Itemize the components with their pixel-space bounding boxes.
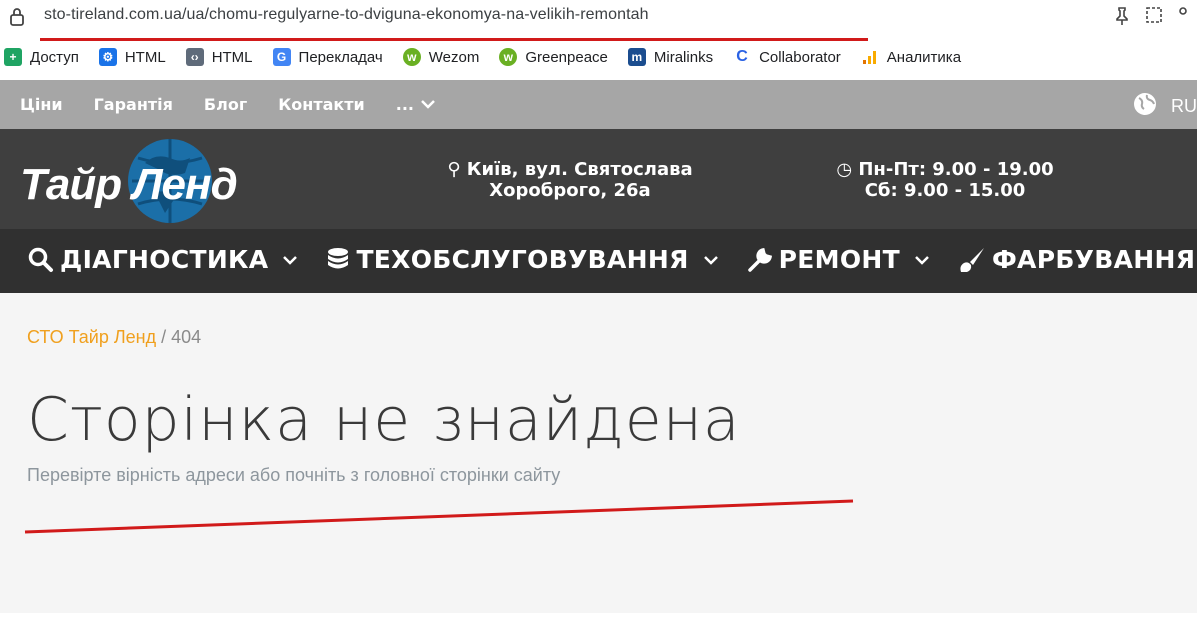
breadcrumb-home-link[interactable]: СТО Тайр Ленд <box>27 327 156 347</box>
bookmark-wezom[interactable]: w Wezom <box>402 48 480 66</box>
annotation-underline-title <box>24 499 854 534</box>
site-header: Тайр Ленд ⚲ Київ, вул. Святослава Хоробр… <box>0 129 1197 229</box>
chevron-down-icon <box>914 254 930 266</box>
bookmark-html-1[interactable]: ⚙ HTML <box>98 48 166 66</box>
site-topbar: Ціни Гарантія Блог Контакти ... RU <box>0 80 1197 129</box>
topnav-warranty[interactable]: Гарантія <box>94 95 173 114</box>
hours-line-1: Пн-Пт: 9.00 - 19.00 <box>858 159 1054 180</box>
bookmark-collaborator[interactable]: C Collaborator <box>733 48 841 66</box>
site-logo[interactable]: Тайр Ленд <box>20 138 310 224</box>
clock-icon: ◷ <box>836 159 853 180</box>
language-label: RU <box>1171 96 1197 116</box>
bookmark-html-2[interactable]: ‹› HTML <box>185 48 253 66</box>
nav-painting[interactable]: ФАРБУВАННЯ <box>958 245 1197 274</box>
screenshot-icon[interactable] <box>1145 6 1163 31</box>
gear-icon: ⚙ <box>98 48 117 66</box>
bookmark-label: Greenpeace <box>525 48 608 66</box>
page-content: СТО Тайр Ленд / 404 Сторінка не знайдена… <box>0 293 1197 613</box>
bookmark-label: HTML <box>124 48 166 66</box>
bookmark-label: Перекладач <box>298 48 383 66</box>
pin-icon[interactable] <box>1113 6 1131 31</box>
profile-icon[interactable] <box>1177 6 1189 31</box>
bookmark-label: Miralinks <box>653 48 714 66</box>
globe-icon <box>1133 92 1157 121</box>
topnav-blog[interactable]: Блог <box>204 95 247 114</box>
topnav-contacts[interactable]: Контакти <box>278 95 365 114</box>
analytics-icon <box>861 48 879 66</box>
address-bar[interactable]: sto-tireland.com.ua/ua/chomu-regulyarne-… <box>0 0 1197 36</box>
nav-label: ТЕХОБСЛУГОВУВАННЯ <box>356 245 689 274</box>
topnav-more-label: ... <box>395 95 414 114</box>
breadcrumb-separator: / <box>156 327 172 347</box>
bookmark-label: Доступ <box>30 48 79 66</box>
plus-icon: + <box>4 48 22 66</box>
bookmarks-bar: + Доступ ⚙ HTML ‹› HTML G Перекладач w W… <box>0 42 1197 72</box>
address-line-2: Хороброго, 26а <box>489 180 651 201</box>
wrench-icon <box>747 247 773 273</box>
logo-text: Тайр Ленд <box>20 160 238 209</box>
chevron-down-icon <box>420 95 436 114</box>
nav-label: ФАРБУВАННЯ <box>991 245 1196 274</box>
database-icon <box>326 247 350 273</box>
page-title: Сторінка не знайдена <box>27 385 741 455</box>
translate-icon: G <box>272 48 291 66</box>
address-line-1: Київ, вул. Святослава <box>466 159 693 180</box>
code-icon: ‹› <box>185 48 204 66</box>
page-bottom <box>0 613 1197 629</box>
breadcrumb: СТО Тайр Ленд / 404 <box>27 327 201 348</box>
bookmark-label: HTML <box>211 48 253 66</box>
chevron-down-icon <box>282 254 298 266</box>
nav-repair[interactable]: РЕМОНТ <box>747 245 930 274</box>
nav-label: РЕМОНТ <box>778 245 900 274</box>
search-icon <box>28 247 54 273</box>
topnav-prices[interactable]: Ціни <box>20 95 63 114</box>
language-switcher[interactable]: RU <box>1133 92 1197 121</box>
page-subtitle: Перевірте вірність адреси або почніть з … <box>27 465 561 485</box>
nav-maintenance[interactable]: ТЕХОБСЛУГОВУВАННЯ <box>326 245 718 274</box>
bookmark-label: Аналитика <box>886 48 962 66</box>
bookmark-translate[interactable]: G Перекладач <box>272 48 383 66</box>
header-hours: ◷ Пн-Пт: 9.00 - 19.00 Сб: 9.00 - 15.00 <box>800 159 1090 201</box>
bookmark-greenpeace[interactable]: w Greenpeace <box>499 48 608 66</box>
annotation-underline-url <box>40 38 868 41</box>
lock-icon[interactable] <box>8 7 26 32</box>
breadcrumb-current: 404 <box>171 327 202 347</box>
header-address: ⚲ Київ, вул. Святослава Хороброго, 26а <box>430 159 710 201</box>
bookmark-label: Wezom <box>428 48 480 66</box>
topnav-more[interactable]: ... <box>396 95 436 114</box>
bookmark-miralinks[interactable]: m Miralinks <box>627 48 714 66</box>
chevron-down-icon <box>703 254 719 266</box>
collaborator-icon: C <box>733 48 752 66</box>
paintbrush-icon <box>958 247 986 273</box>
map-marker-icon: ⚲ <box>447 159 461 180</box>
url-text[interactable]: sto-tireland.com.ua/ua/chomu-regulyarne-… <box>44 6 649 24</box>
wezom-icon: w <box>402 48 421 66</box>
bookmark-dostup[interactable]: + Доступ <box>4 48 79 66</box>
bookmark-label: Collaborator <box>759 48 841 66</box>
bookmark-analytics[interactable]: Аналитика <box>861 48 961 66</box>
miralinks-icon: m <box>627 48 646 66</box>
hours-line-2: Сб: 9.00 - 15.00 <box>864 180 1026 201</box>
nav-label: ДІАГНОСТИКА <box>60 245 269 274</box>
main-nav: ДІАГНОСТИКА ТЕХОБСЛУГОВУВАННЯ РЕМОНТ ФАР… <box>0 229 1197 293</box>
greenpeace-icon: w <box>499 48 518 66</box>
nav-diagnostics[interactable]: ДІАГНОСТИКА <box>28 245 298 274</box>
